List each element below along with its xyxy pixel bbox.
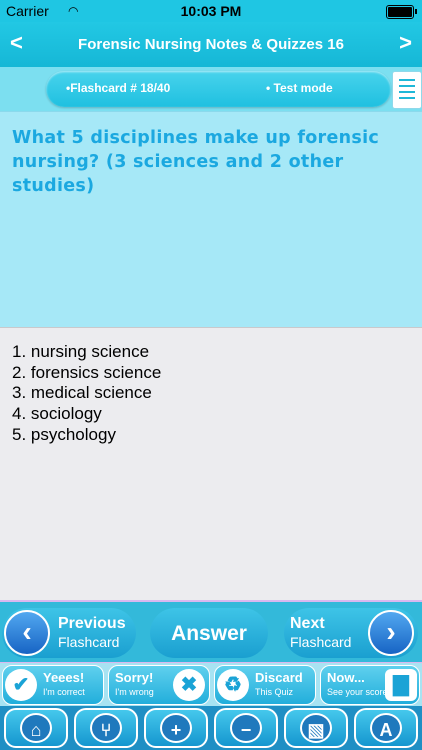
zoom-out-button[interactable]: − — [214, 708, 278, 748]
discard-quiz-button[interactable]: ♻ Discard This Quiz — [214, 665, 316, 705]
battery-nub — [415, 9, 417, 14]
question-panel: What 5 disciplines make up forensic nurs… — [0, 111, 422, 328]
zoom-in-button[interactable]: + — [144, 708, 208, 748]
back-button[interactable]: < — [10, 30, 23, 56]
title-bar: < Forensic Nursing Notes & Quizzes 16 > — [0, 22, 422, 67]
answer-label: Answer — [171, 622, 247, 645]
chart-icon: ▇ — [385, 669, 417, 701]
wrong-button[interactable]: Sorry! I'm wrong ✖ — [108, 665, 210, 705]
share-button[interactable]: ⑂ — [74, 708, 138, 748]
next-label: Next — [290, 615, 325, 632]
score-label: Now... — [327, 670, 365, 685]
font-button[interactable]: A — [354, 708, 418, 748]
zoom-out-icon: − — [230, 713, 262, 743]
page-title: Forensic Nursing Notes & Quizzes 16 — [78, 36, 344, 53]
theme-color-button[interactable]: ▧ — [284, 708, 348, 748]
wrong-sub-label: I'm wrong — [115, 687, 154, 697]
next-flashcard-button[interactable]: Next Flashcard › — [284, 608, 418, 658]
previous-label: Previous — [58, 615, 126, 632]
quiz-action-row: ✔ Yeees! I'm correct Sorry! I'm wrong ✖ … — [0, 662, 422, 707]
home-icon: ⌂ — [20, 713, 52, 743]
chevron-left-icon: ‹ — [4, 610, 50, 656]
answer-list: 1. nursing science 2. forensics science … — [12, 342, 161, 446]
flashcard-header: •Flashcard # 18/40 • Test mode — [0, 67, 422, 111]
answer-item: 3. medical science — [12, 383, 152, 403]
next-sub-label: Flashcard — [290, 634, 352, 650]
recycle-icon: ♻ — [217, 669, 249, 701]
answer-item: 2. forensics science — [12, 362, 162, 382]
paint-bucket-icon: ▧ — [300, 713, 332, 743]
clock: 10:03 PM — [180, 3, 242, 19]
font-icon: A — [370, 713, 402, 743]
share-icon: ⑂ — [90, 713, 122, 743]
correct-sub-label: I'm correct — [43, 687, 85, 697]
list-menu-icon[interactable] — [392, 71, 422, 109]
battery-icon — [386, 5, 414, 19]
forward-button[interactable]: > — [399, 30, 412, 56]
discard-sub-label: This Quiz — [255, 687, 294, 697]
answer-item: 1. nursing science — [12, 342, 150, 361]
chevron-right-icon: › — [368, 610, 414, 656]
answer-button[interactable]: Answer — [150, 608, 268, 658]
see-score-button[interactable]: Now... See your score ▇ — [320, 665, 420, 705]
zoom-in-icon: + — [160, 713, 192, 743]
check-icon: ✔ — [5, 669, 37, 701]
answer-item: 4. sociology — [12, 404, 102, 424]
discard-label: Discard — [255, 670, 303, 685]
answer-item: 5. psychology — [12, 424, 116, 444]
status-bar: Carrier ◠ 10:03 PM — [0, 0, 422, 22]
previous-sub-label: Flashcard — [58, 634, 120, 650]
correct-label: Yeees! — [43, 670, 85, 685]
previous-flashcard-button[interactable]: ‹ Previous Flashcard — [2, 608, 136, 658]
cross-icon: ✖ — [173, 669, 205, 701]
score-sub-label: See your score — [327, 687, 388, 697]
flashcard-nav-row: ‹ Previous Flashcard Answer Next Flashca… — [0, 600, 422, 664]
mode-label[interactable]: • Test mode — [266, 81, 333, 95]
question-text: What 5 disciplines make up forensic nurs… — [12, 128, 380, 196]
flashcard-counter: •Flashcard # 18/40 — [66, 81, 171, 95]
correct-button[interactable]: ✔ Yeees! I'm correct — [2, 665, 104, 705]
home-button[interactable]: ⌂ — [4, 708, 68, 748]
wrong-label: Sorry! — [115, 670, 154, 685]
answer-panel: 1. nursing science 2. forensics science … — [0, 327, 422, 601]
bottom-toolbar: ⌂ ⑂ + − ▧ A — [0, 706, 422, 750]
